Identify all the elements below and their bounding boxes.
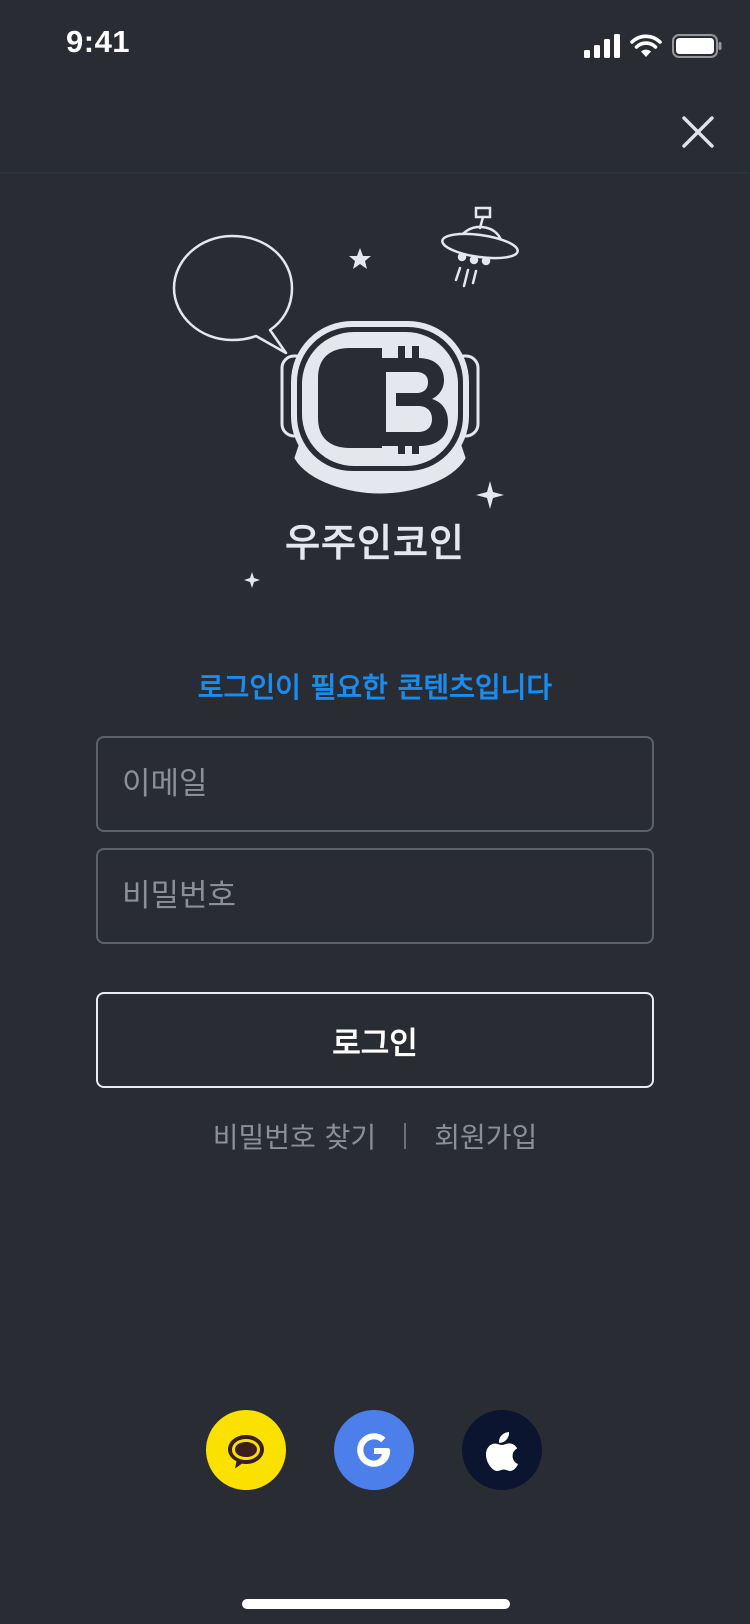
kakao-login-button[interactable] <box>206 1410 286 1490</box>
signup-link[interactable]: 회원가입 <box>434 1116 537 1156</box>
star-icon <box>349 248 371 269</box>
find-password-link[interactable]: 비밀번호 찾기 <box>213 1116 376 1156</box>
apple-login-button[interactable] <box>462 1410 542 1490</box>
login-button[interactable]: 로그인 <box>96 992 654 1088</box>
google-icon <box>357 1433 391 1467</box>
link-divider <box>404 1123 407 1149</box>
status-bar: 9:41 <box>0 0 750 90</box>
header-divider <box>0 172 750 174</box>
status-time: 9:41 <box>66 24 131 59</box>
speech-bubble-icon <box>172 234 294 355</box>
status-icons <box>584 30 722 62</box>
password-input[interactable] <box>98 850 652 942</box>
brand-name: 우주인코인 <box>285 521 465 565</box>
account-links: 비밀번호 찾기 회원가입 <box>0 1116 750 1156</box>
email-field[interactable] <box>96 736 654 832</box>
login-required-notice: 로그인이 필요한 콘텐츠입니다 <box>197 671 553 704</box>
kakao-talk-icon <box>228 1435 264 1469</box>
email-input[interactable] <box>98 738 652 830</box>
battery-icon <box>672 34 722 58</box>
helmet-icon <box>280 321 480 494</box>
apple-icon <box>486 1432 518 1471</box>
wifi-icon <box>630 34 662 57</box>
ufo-icon <box>441 206 519 288</box>
cellular-signal-icon <box>584 34 620 58</box>
password-field[interactable] <box>96 848 654 944</box>
home-indicator <box>242 1599 510 1609</box>
google-login-button[interactable] <box>334 1410 414 1490</box>
close-icon <box>682 116 714 148</box>
close-button[interactable] <box>676 110 720 154</box>
